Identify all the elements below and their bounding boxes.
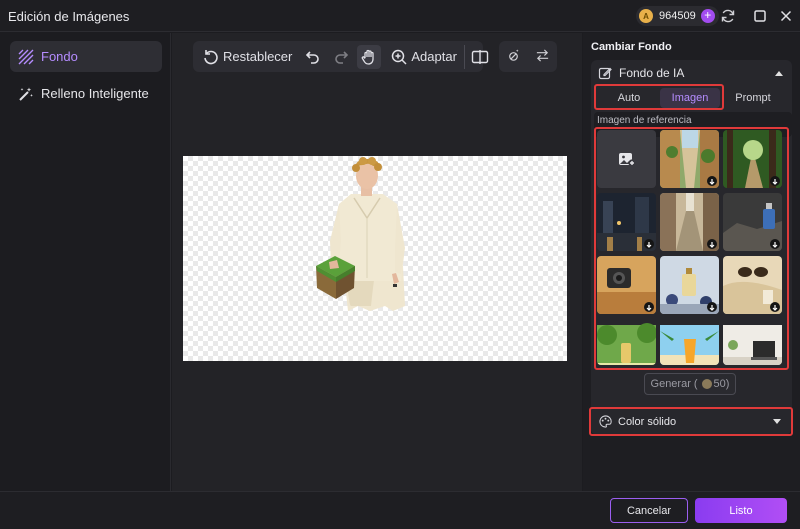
tab-auto[interactable]: Auto	[604, 88, 654, 108]
ai-background-header[interactable]: Fondo de IA	[598, 66, 684, 80]
edit-icon	[598, 67, 612, 80]
generate-cost: 50	[713, 378, 726, 390]
expand-caret-icon[interactable]	[773, 419, 781, 424]
undo-icon	[306, 50, 320, 64]
download-icon	[644, 239, 654, 249]
reset-label: Restablecer	[223, 49, 293, 64]
background-icon	[18, 49, 34, 65]
reset-icon	[204, 49, 218, 64]
panel-heading: Cambiar Fondo	[591, 41, 672, 53]
redo-button[interactable]	[329, 45, 353, 69]
tab-imagen[interactable]: Imagen	[660, 88, 720, 108]
download-icon	[770, 302, 780, 312]
coin-icon	[701, 379, 712, 389]
compare-icon	[471, 49, 489, 64]
reset-button[interactable]: Restablecer	[199, 45, 295, 69]
generate-button[interactable]: Generar ( 50 )	[644, 373, 736, 395]
tab-prompt[interactable]: Prompt	[726, 88, 780, 108]
hand-tool-button[interactable]	[357, 44, 382, 69]
maximize-icon[interactable]	[752, 8, 768, 24]
magic-erase-icon[interactable]	[506, 48, 521, 66]
swap-icon[interactable]	[535, 48, 550, 66]
redo-icon	[335, 50, 349, 64]
canvas-area: Restablecer Adaptar	[172, 33, 582, 491]
thumb-bottle-in-garden[interactable]	[597, 319, 656, 365]
download-icon	[644, 302, 654, 312]
compare-button[interactable]	[463, 44, 492, 69]
thumb-forest-path[interactable]	[723, 130, 782, 188]
fit-button[interactable]: Adaptar	[387, 45, 460, 69]
reference-image-label: Imagen de referencia	[597, 115, 692, 126]
thumb-rainy-city-street[interactable]	[597, 193, 656, 251]
coin-icon: A	[639, 9, 653, 23]
palette-icon	[599, 415, 612, 428]
thumb-narrow-alley[interactable]	[660, 193, 719, 251]
thumb-laptop-on-desk[interactable]	[723, 319, 782, 365]
upload-reference-icon	[618, 153, 636, 167]
collapse-caret-icon[interactable]	[775, 71, 783, 76]
thumb-sunglasses-on-fabric[interactable]	[723, 256, 782, 314]
thumb-drink-on-beach[interactable]	[660, 319, 719, 365]
image-canvas[interactable]	[183, 156, 567, 361]
thumb-perfume-with-flowers[interactable]	[660, 256, 719, 314]
solid-color-label: Color sólido	[618, 415, 677, 428]
close-icon[interactable]	[778, 8, 794, 24]
download-icon	[707, 302, 717, 312]
sidebar-item-fondo[interactable]: Fondo	[10, 41, 162, 72]
sidebar-item-label: Fondo	[41, 49, 78, 64]
thumb-perfume-bottle-on-rocks[interactable]	[723, 193, 782, 251]
sidebar-item-relleno-inteligente[interactable]: Relleno Inteligente	[10, 78, 162, 109]
window-title: Edición de Imágenes	[8, 9, 130, 24]
edit-toolbar: Restablecer Adaptar	[193, 41, 489, 72]
thumb-old-town-street[interactable]	[660, 130, 719, 188]
credits-amount: 964509	[659, 10, 696, 22]
secondary-toolbar	[499, 41, 557, 72]
magic-wand-icon	[18, 86, 34, 102]
ai-background-label: Fondo de IA	[619, 66, 685, 80]
done-button[interactable]: Listo	[695, 498, 787, 523]
subject-image	[316, 157, 405, 311]
download-icon	[770, 239, 780, 249]
left-sidebar: Fondo Relleno Inteligente	[0, 33, 171, 491]
cancel-button[interactable]: Cancelar	[610, 498, 688, 523]
credits-badge[interactable]: A 964509 +	[636, 6, 719, 26]
solid-color-section[interactable]: Color sólido	[591, 409, 791, 434]
fit-label: Adaptar	[411, 49, 457, 64]
upload-reference-button[interactable]	[597, 130, 656, 188]
sidebar-item-label: Relleno Inteligente	[41, 86, 149, 101]
title-bar: Edición de Imágenes A 964509 +	[0, 0, 800, 32]
download-icon	[770, 176, 780, 186]
hand-icon	[362, 49, 375, 65]
download-icon	[707, 176, 717, 186]
add-credits-button[interactable]: +	[700, 9, 715, 23]
zoom-fit-icon	[392, 49, 407, 65]
generate-label: Generar	[650, 378, 691, 390]
thumb-camera-on-sand[interactable]	[597, 256, 656, 314]
refresh-icon[interactable]	[720, 8, 736, 24]
download-icon	[707, 239, 717, 249]
undo-button[interactable]	[301, 45, 325, 69]
